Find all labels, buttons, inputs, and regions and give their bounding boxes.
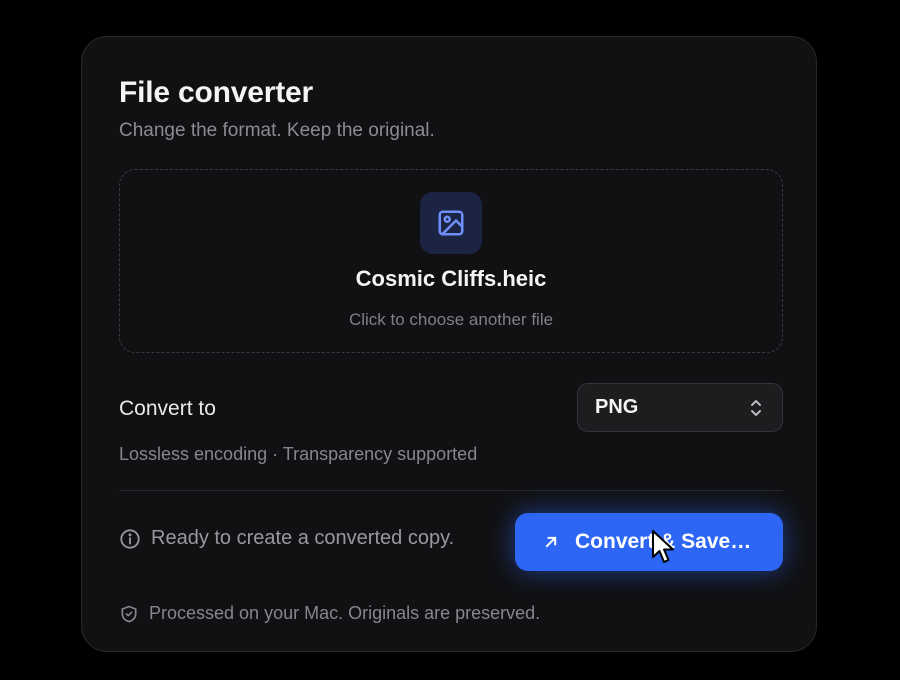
card-subtitle: Change the format. Keep the original. bbox=[119, 120, 435, 141]
chevron-up-down-icon bbox=[751, 400, 761, 416]
image-icon bbox=[438, 210, 464, 236]
divider bbox=[119, 490, 783, 491]
file-dropzone[interactable]: Cosmic Cliffs.heic Click to choose anoth… bbox=[119, 169, 783, 353]
arrow-up-right-icon bbox=[545, 536, 557, 548]
status-text: Ready to create a converted copy. bbox=[151, 527, 455, 549]
info-icon bbox=[120, 528, 140, 549]
choose-file-hint: Click to choose another file bbox=[348, 310, 554, 329]
status-row: Ready to create a converted copy. bbox=[119, 527, 454, 550]
file-converter-card: File converter Change the format. Keep t… bbox=[81, 36, 817, 652]
privacy-footer: Processed on your Mac. Originals are pre… bbox=[119, 603, 540, 624]
convert-to-label: Convert to bbox=[119, 397, 216, 420]
card-title: File converter bbox=[119, 76, 313, 109]
footer-text: Processed on your Mac. Originals are pre… bbox=[149, 603, 541, 623]
file-name: Cosmic Cliffs.heic bbox=[355, 266, 547, 291]
shield-check-icon bbox=[121, 605, 137, 622]
convert-save-label: Convert & Save… bbox=[575, 530, 752, 553]
format-select[interactable]: PNG bbox=[577, 383, 783, 432]
convert-save-button[interactable]: Convert & Save… bbox=[515, 513, 783, 571]
selected-format: PNG bbox=[595, 396, 639, 418]
format-note: Lossless encoding · Transparency support… bbox=[119, 444, 478, 464]
file-icon-tile bbox=[420, 192, 482, 254]
